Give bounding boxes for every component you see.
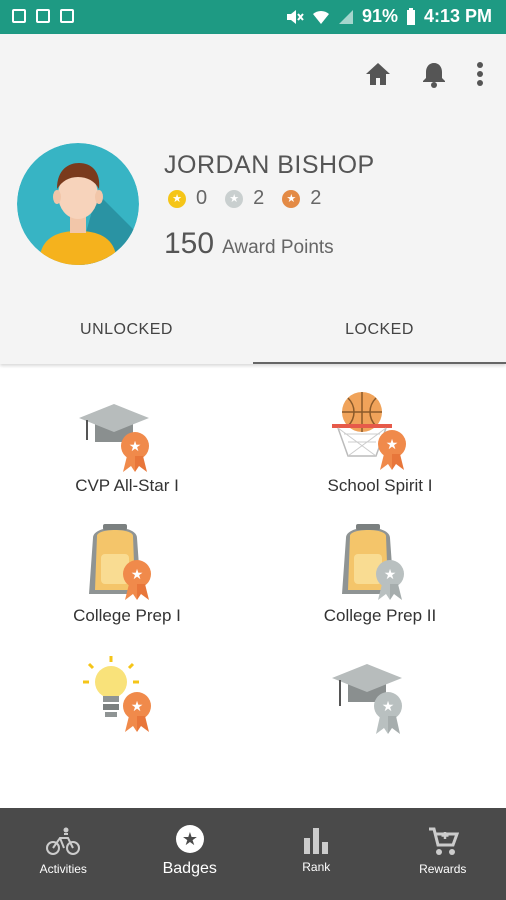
gold-medal-icon: ★ (168, 189, 186, 208)
gallery-icon (12, 9, 26, 23)
lightbulb-icon: ★ (83, 656, 151, 732)
bottom-nav: Activities ★ Badges Rank Rewards (0, 808, 506, 900)
badge-label: School Spirit I (327, 476, 433, 495)
gold-count: 0 (196, 187, 208, 209)
bell-icon[interactable] (422, 60, 446, 88)
bar-chart-icon (304, 828, 329, 854)
tab-locked[interactable]: LOCKED (253, 310, 506, 364)
clock: 4:13 PM (423, 6, 492, 26)
svg-text:★: ★ (129, 439, 142, 455)
bronze-count: 2 (310, 187, 322, 209)
svg-text:★: ★ (131, 699, 144, 715)
calendar-icon (36, 9, 50, 23)
nav-badges[interactable]: ★ Badges (127, 808, 254, 900)
file-icon (60, 9, 74, 23)
cart-icon (428, 827, 459, 855)
avatar (17, 143, 139, 265)
bicycle-icon (46, 827, 81, 855)
nav-label: Rank (302, 860, 331, 874)
nav-label: Badges (162, 860, 217, 877)
battery-percent: 91% (361, 6, 398, 26)
home-icon[interactable] (364, 61, 392, 87)
tab-unlocked[interactable]: UNLOCKED (0, 310, 253, 364)
backpack-icon: ★ (89, 524, 151, 600)
nav-activities[interactable]: Activities (0, 808, 127, 900)
more-vert-icon[interactable] (476, 61, 484, 87)
svg-text:★: ★ (182, 829, 198, 850)
battery-icon (406, 7, 415, 25)
badge-tabs: UNLOCKED LOCKED (0, 310, 506, 364)
silver-medal-icon: ★ (225, 189, 244, 208)
points-value: 150 (164, 227, 215, 260)
badge-school-spirit[interactable]: ★ School Spirit I (280, 390, 480, 496)
medal-counts: ★ 0 ★ 2 ★ 2 (168, 187, 339, 210)
nav-rewards[interactable]: Rewards (380, 808, 506, 900)
graduation-cap-icon: ★ (79, 404, 149, 472)
svg-text:★: ★ (386, 437, 399, 453)
signal-icon (338, 9, 353, 24)
silver-count: 2 (253, 187, 265, 209)
user-name: JORDAN BISHOP (164, 151, 375, 179)
badge-label: CVP All-Star I (75, 476, 179, 495)
svg-text:★: ★ (131, 567, 144, 583)
profile-header: JORDAN BISHOP ★ 0 ★ 2 ★ 2 150 Award Point… (0, 34, 506, 364)
basketball-hoop-icon: ★ (332, 392, 406, 470)
status-bar: 91% 4:13 PM (0, 0, 506, 34)
svg-text:★: ★ (384, 567, 397, 583)
graduation-cap-icon: ★ (332, 664, 402, 734)
badge-cvp-all-star[interactable]: ★ CVP All-Star I (27, 400, 227, 496)
badge-college-prep-1[interactable]: ★ College Prep I (27, 520, 227, 626)
badge-lightbulb[interactable]: ★ (27, 652, 227, 738)
badge-label: College Prep II (323, 606, 437, 625)
backpack-icon: ★ (342, 524, 404, 600)
mute-icon (286, 9, 304, 24)
svg-text:★: ★ (382, 699, 395, 715)
points-label: Award Points (222, 237, 334, 258)
badge-star-icon: ★ (175, 825, 204, 853)
nav-label: Activities (39, 862, 87, 876)
badge-graduation-silver[interactable]: ★ (280, 660, 480, 742)
badge-college-prep-2[interactable]: ★ College Prep II (280, 520, 480, 626)
award-points: 150 Award Points (164, 227, 334, 261)
nav-label: Rewards (419, 862, 467, 876)
nav-rank[interactable]: Rank (253, 808, 380, 900)
wifi-icon (312, 10, 329, 24)
bronze-medal-icon: ★ (282, 189, 301, 208)
badge-label: College Prep I (73, 606, 181, 625)
